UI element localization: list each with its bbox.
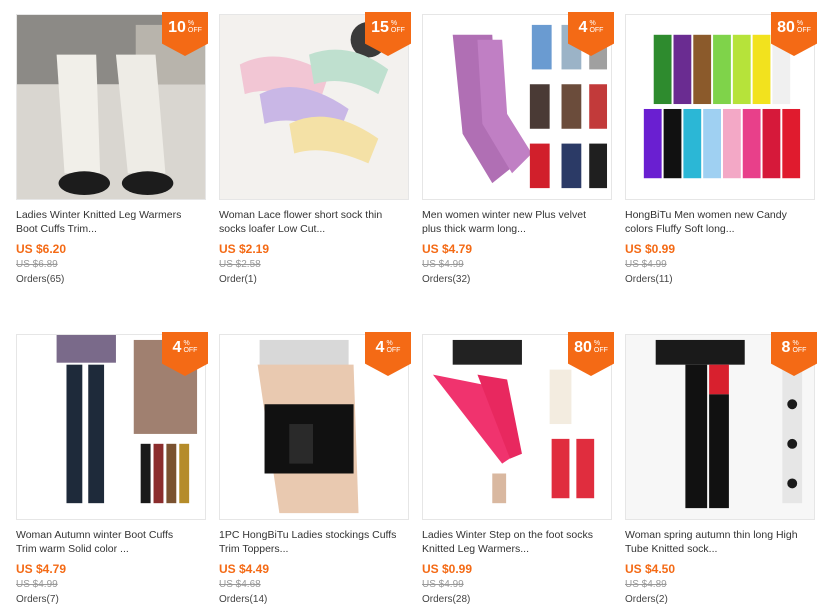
product-title-line2[interactable]: Boot Cuffs Trim...	[16, 222, 206, 236]
product-title[interactable]: Ladies Winter Knitted Leg Warmers Boot C…	[16, 208, 206, 236]
off-label: OFF	[390, 27, 405, 34]
product-title-line1[interactable]: Ladies Winter Knitted Leg Warmers	[16, 208, 206, 222]
percent-sign: %	[390, 20, 398, 27]
off-label: OFF	[589, 27, 604, 34]
off-label: OFF	[796, 27, 811, 34]
original-price: US $4.99	[16, 579, 58, 590]
percent-sign: %	[796, 20, 804, 27]
product-title-line1[interactable]: Woman spring autumn thin long High	[625, 528, 815, 542]
discount-value: 10	[168, 19, 186, 36]
sale-price: US $4.50	[625, 562, 676, 576]
product-title[interactable]: Woman Lace flower short sock thin socks …	[219, 208, 409, 236]
orders-count: Orders(65)	[16, 274, 65, 285]
product-title[interactable]: HongBiTu Men women new Candy colors Fluf…	[625, 208, 815, 236]
original-price: US $2.58	[219, 259, 261, 270]
sale-price: US $0.99	[625, 242, 676, 256]
product-title[interactable]: Men women winter new Plus velvet plus th…	[422, 208, 612, 236]
orders-count: Order(1)	[219, 274, 257, 285]
discount-value: 15	[371, 19, 389, 36]
orders-count: Orders(32)	[422, 274, 471, 285]
percent-sign: %	[589, 20, 596, 27]
product-title-line2[interactable]: colors Fluffy Soft long...	[625, 222, 815, 236]
sale-price: US $2.19	[219, 242, 270, 256]
sale-price: US $4.79	[422, 242, 473, 256]
product-title-line1[interactable]: Men women winter new Plus velvet	[422, 208, 612, 222]
product-title-line1[interactable]: Ladies Winter Step on the foot socks	[422, 528, 612, 542]
product-title-line2[interactable]: Trim warm Solid color ...	[16, 542, 206, 556]
product-title-line1[interactable]: Woman Autumn winter Boot Cuffs	[16, 528, 206, 542]
original-price: US $6.89	[16, 259, 58, 270]
original-price: US $4.99	[625, 259, 667, 270]
percent-sign: %	[386, 340, 393, 347]
percent-sign: %	[792, 340, 799, 347]
sale-price: US $4.79	[16, 562, 67, 576]
off-label: OFF	[187, 27, 202, 34]
product-title[interactable]: Ladies Winter Step on the foot socks Kni…	[422, 528, 612, 556]
orders-count: Orders(11)	[625, 274, 673, 285]
product-title-line2[interactable]: socks loafer Low Cut...	[219, 222, 409, 236]
percent-sign: %	[187, 20, 195, 27]
percent-sign: %	[593, 340, 601, 347]
discount-value: 80	[574, 339, 592, 356]
original-price: US $4.99	[422, 259, 464, 270]
off-label: OFF	[183, 347, 198, 354]
product-title-line1[interactable]: Woman Lace flower short sock thin	[219, 208, 409, 222]
original-price: US $4.99	[422, 579, 464, 590]
off-label: OFF	[593, 347, 608, 354]
product-title-line2[interactable]: Trim Toppers...	[219, 542, 409, 556]
orders-count: Orders(28)	[422, 594, 471, 605]
product-title-line1[interactable]: HongBiTu Men women new Candy	[625, 208, 815, 222]
discount-value: 4	[375, 339, 385, 356]
product-title-line2[interactable]: Knitted Leg Warmers...	[422, 542, 612, 556]
off-label: OFF	[386, 347, 401, 354]
original-price: US $4.68	[219, 579, 261, 590]
original-price: US $4.89	[625, 579, 667, 590]
discount-value: 4	[578, 19, 588, 36]
product-title[interactable]: Woman Autumn winter Boot Cuffs Trim warm…	[16, 528, 206, 556]
product-title-line2[interactable]: plus thick warm long...	[422, 222, 612, 236]
off-label: OFF	[792, 347, 807, 354]
sale-price: US $6.20	[16, 242, 67, 256]
percent-sign: %	[183, 340, 190, 347]
sale-price: US $4.49	[219, 562, 270, 576]
discount-value: 80	[777, 19, 795, 36]
product-title[interactable]: 1PC HongBiTu Ladies stockings Cuffs Trim…	[219, 528, 409, 556]
discount-value: 4	[172, 339, 182, 356]
product-title-line2[interactable]: Tube Knitted sock...	[625, 542, 815, 556]
sale-price: US $0.99	[422, 562, 473, 576]
orders-count: Orders(7)	[16, 594, 59, 605]
orders-count: Orders(14)	[219, 594, 268, 605]
product-title-line1[interactable]: 1PC HongBiTu Ladies stockings Cuffs	[219, 528, 409, 542]
discount-value: 8	[781, 339, 791, 356]
product-title[interactable]: Woman spring autumn thin long High Tube …	[625, 528, 815, 556]
orders-count: Orders(2)	[625, 594, 668, 605]
